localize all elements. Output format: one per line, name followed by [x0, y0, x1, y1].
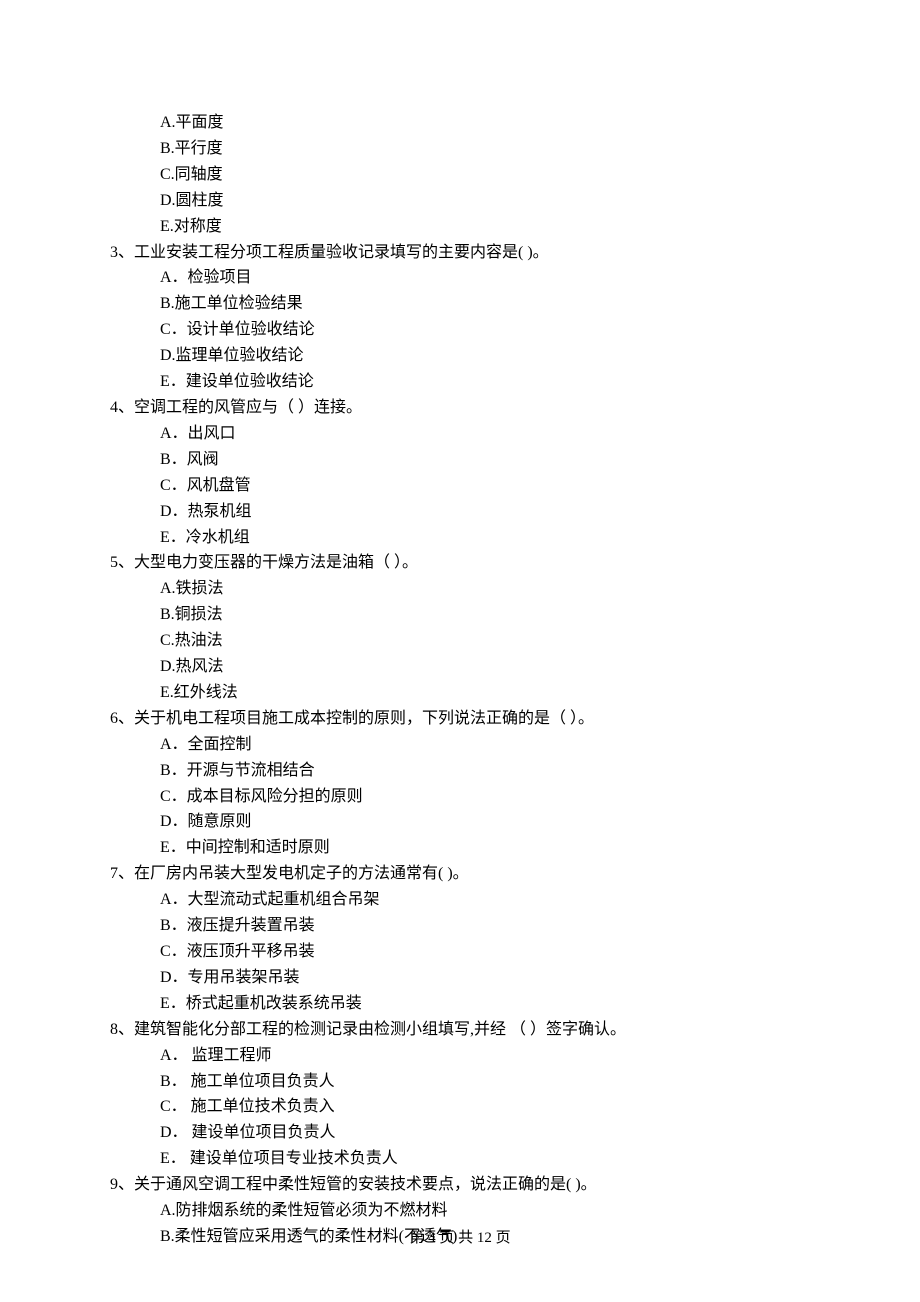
option: B．风阀	[160, 447, 810, 473]
option: C.热油法	[160, 628, 810, 654]
option: D．热泵机组	[160, 499, 810, 525]
option: D．专用吊装架吊装	[160, 965, 810, 991]
option: A． 监理工程师	[160, 1043, 810, 1069]
question-9-stem: 9、关于通风空调工程中柔性短管的安装技术要点，说法正确的是( )。	[110, 1172, 810, 1198]
option: B.铜损法	[160, 602, 810, 628]
question-3-stem: 3、工业安装工程分项工程质量验收记录填写的主要内容是( )。	[110, 240, 810, 266]
question-3-options: A．检验项目 B.施工单位检验结果 C．设计单位验收结论 D.监理单位验收结论 …	[110, 265, 810, 395]
option: B.施工单位检验结果	[160, 291, 810, 317]
option: A．全面控制	[160, 732, 810, 758]
option: D.热风法	[160, 654, 810, 680]
document-content: A.平面度 B.平行度 C.同轴度 D.圆柱度 E.对称度 3、工业安装工程分项…	[110, 110, 810, 1250]
option: B.平行度	[160, 136, 810, 162]
option: B． 施工单位项目负责人	[160, 1069, 810, 1095]
option: C．液压顶升平移吊装	[160, 939, 810, 965]
option: A.铁损法	[160, 576, 810, 602]
question-5-options: A.铁损法 B.铜损法 C.热油法 D.热风法 E.红外线法	[110, 576, 810, 706]
option: A.平面度	[160, 110, 810, 136]
option: C．成本目标风险分担的原则	[160, 784, 810, 810]
question-2-options-tail: A.平面度 B.平行度 C.同轴度 D.圆柱度 E.对称度	[110, 110, 810, 240]
option: B．液压提升装置吊装	[160, 913, 810, 939]
question-6-stem: 6、关于机电工程项目施工成本控制的原则，下列说法正确的是（ ）。	[110, 706, 810, 732]
option: E．建设单位验收结论	[160, 369, 810, 395]
option: C.同轴度	[160, 162, 810, 188]
option: A．出风口	[160, 421, 810, 447]
question-5-stem: 5、大型电力变压器的干燥方法是油箱（ ）。	[110, 550, 810, 576]
option: C．风机盘管	[160, 473, 810, 499]
option: A.防排烟系统的柔性短管必须为不燃材料	[160, 1198, 810, 1224]
option: E． 建设单位项目专业技术负责人	[160, 1146, 810, 1172]
option: E．中间控制和适时原则	[160, 835, 810, 861]
question-4-stem: 4、空调工程的风管应与（ ）连接。	[110, 395, 810, 421]
option: E．桥式起重机改装系统吊装	[160, 991, 810, 1017]
question-7-stem: 7、在厂房内吊装大型发电机定子的方法通常有( )。	[110, 861, 810, 887]
page-footer: 第 4 页 共 12 页	[0, 1226, 920, 1250]
question-8-options: A． 监理工程师 B． 施工单位项目负责人 C． 施工单位技术负责入 D． 建设…	[110, 1043, 810, 1173]
question-6-options: A．全面控制 B．开源与节流相结合 C．成本目标风险分担的原则 D．随意原则 E…	[110, 732, 810, 862]
option: B．开源与节流相结合	[160, 758, 810, 784]
question-4-options: A．出风口 B．风阀 C．风机盘管 D．热泵机组 E．冷水机组	[110, 421, 810, 551]
option: E.对称度	[160, 214, 810, 240]
option: A．大型流动式起重机组合吊架	[160, 887, 810, 913]
option: D．随意原则	[160, 809, 810, 835]
option: C．设计单位验收结论	[160, 317, 810, 343]
question-7-options: A．大型流动式起重机组合吊架 B．液压提升装置吊装 C．液压顶升平移吊装 D．专…	[110, 887, 810, 1017]
option: D.圆柱度	[160, 188, 810, 214]
option: D． 建设单位项目负责人	[160, 1120, 810, 1146]
option: D.监理单位验收结论	[160, 343, 810, 369]
option: E．冷水机组	[160, 525, 810, 551]
question-8-stem: 8、建筑智能化分部工程的检测记录由检测小组填写,并经 （ ）签字确认。	[110, 1017, 810, 1043]
option: A．检验项目	[160, 265, 810, 291]
option: C． 施工单位技术负责入	[160, 1094, 810, 1120]
option: E.红外线法	[160, 680, 810, 706]
